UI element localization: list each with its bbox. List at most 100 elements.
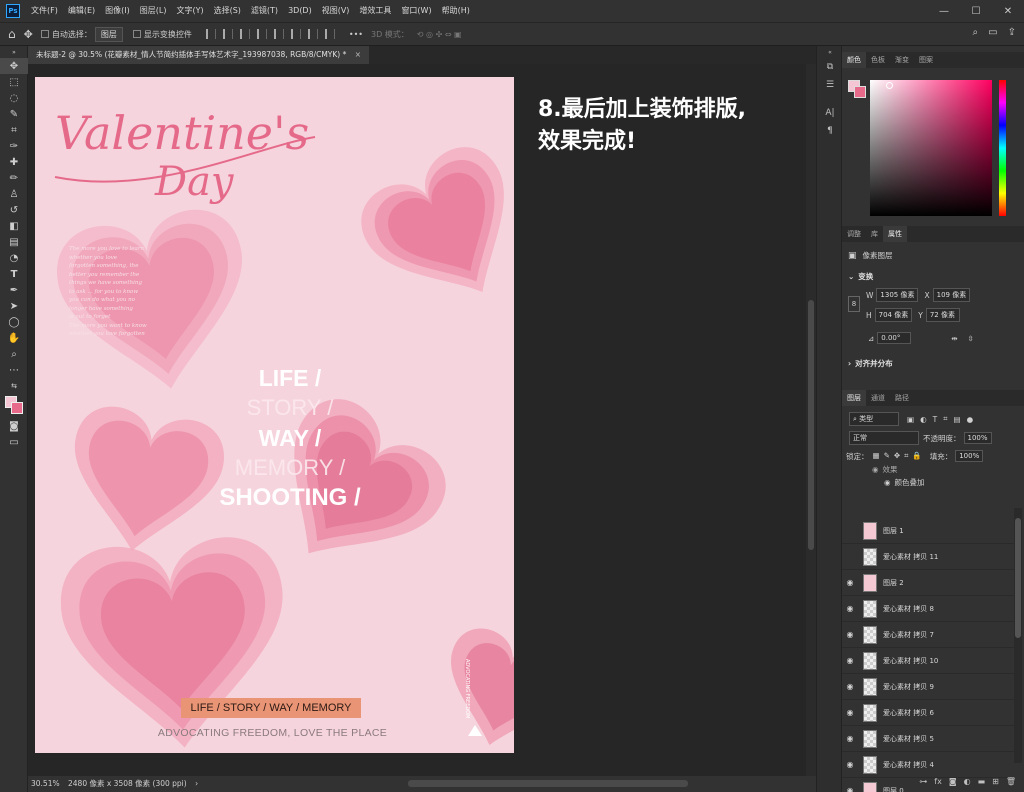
height-input[interactable]: 704 像素 bbox=[874, 308, 913, 322]
menu-view[interactable]: 视图(V) bbox=[317, 0, 355, 22]
effects-eye-icon[interactable]: ◉ bbox=[872, 465, 879, 474]
more-tools-icon[interactable]: ⋯ bbox=[0, 362, 28, 378]
filter-smart-icon[interactable]: ▤ bbox=[953, 415, 960, 424]
background-swatch[interactable] bbox=[11, 402, 23, 414]
tab-properties[interactable]: 属性 bbox=[883, 226, 907, 242]
color-overlay-eye-icon[interactable]: ◉ bbox=[884, 478, 891, 487]
filter-adjust-icon[interactable]: ◐ bbox=[920, 415, 927, 424]
visibility-eye-icon[interactable]: ◉ bbox=[842, 760, 858, 769]
layer-row[interactable]: 图层 1 bbox=[842, 518, 1014, 544]
status-arrow-icon[interactable]: › bbox=[195, 779, 198, 788]
layer-row[interactable]: ◉ 爱心素材 拷贝 7 bbox=[842, 622, 1014, 648]
visibility-eye-icon[interactable]: ◉ bbox=[842, 682, 858, 691]
align-right-icon[interactable] bbox=[239, 29, 250, 39]
dodge-tool-icon[interactable]: ◔ bbox=[0, 250, 28, 266]
menu-edit[interactable]: 编辑(E) bbox=[63, 0, 100, 22]
document-tab[interactable]: 未标题-2 @ 30.5% (花瓣素材_情人节简约插体手写体艺术字_193987… bbox=[28, 46, 370, 64]
layer-row[interactable]: ◉ 爱心素材 拷贝 8 bbox=[842, 596, 1014, 622]
share-icon[interactable]: ⇪ bbox=[1008, 27, 1016, 38]
menu-filter[interactable]: 滤镜(T) bbox=[246, 0, 283, 22]
comments-icon[interactable]: ☰ bbox=[817, 76, 843, 94]
width-input[interactable]: 1305 像素 bbox=[876, 288, 919, 302]
align-section-header[interactable]: › 对齐并分布 bbox=[848, 358, 1024, 369]
menu-window[interactable]: 窗口(W) bbox=[396, 0, 436, 22]
menu-type[interactable]: 文字(Y) bbox=[171, 0, 208, 22]
minimize-icon[interactable]: — bbox=[928, 0, 960, 22]
filter-toggle-icon[interactable]: ● bbox=[967, 415, 974, 424]
link-layers-icon[interactable]: ⊶ bbox=[919, 777, 927, 786]
auto-select-checkbox[interactable] bbox=[40, 30, 49, 38]
layers-scrollbar[interactable] bbox=[1014, 508, 1022, 763]
flip-vertical-icon[interactable]: ⇳ bbox=[968, 334, 974, 343]
path-select-tool-icon[interactable]: ➤ bbox=[0, 298, 28, 314]
visibility-eye-icon[interactable]: ◉ bbox=[842, 578, 858, 587]
distribute-icon[interactable] bbox=[307, 29, 318, 39]
pen-tool-icon[interactable]: ✒ bbox=[0, 282, 28, 298]
new-group-icon[interactable]: ▬ bbox=[978, 777, 986, 786]
align-middle-icon[interactable] bbox=[273, 29, 284, 39]
zoom-tool-icon[interactable]: ⌕ bbox=[0, 346, 28, 362]
orbit-3d-icon[interactable]: ⟲ ◎ ✣ ⇔ ▣ bbox=[417, 30, 462, 39]
hand-tool-icon[interactable]: ✋ bbox=[0, 330, 28, 346]
filter-pixel-icon[interactable]: ▣ bbox=[907, 415, 914, 424]
lock-icons[interactable]: ▦✎✥⌗🔒 bbox=[873, 451, 926, 461]
visibility-eye-icon[interactable]: ◉ bbox=[842, 656, 858, 665]
transform-section-header[interactable]: ⌄ 变换 bbox=[848, 271, 1024, 282]
brush-tool-icon[interactable]: ✏ bbox=[0, 170, 28, 186]
poster-artboard[interactable]: Valentine's Day The more you love to lea… bbox=[35, 77, 514, 753]
auto-select-dropdown[interactable]: 图层 bbox=[94, 26, 123, 42]
close-icon[interactable]: ✕ bbox=[992, 0, 1024, 22]
quick-mask-icon[interactable]: ◙ bbox=[0, 418, 28, 434]
layer-row[interactable]: ◉ 图层 2 bbox=[842, 570, 1014, 596]
more-options-icon[interactable]: ••• bbox=[349, 30, 363, 39]
layer-row[interactable]: ◉ 爱心素材 拷贝 5 bbox=[842, 726, 1014, 752]
x-input[interactable]: 109 像素 bbox=[932, 288, 971, 302]
menu-select[interactable]: 选择(S) bbox=[209, 0, 246, 22]
menu-image[interactable]: 图像(I) bbox=[100, 0, 135, 22]
panel-background-swatch[interactable] bbox=[854, 86, 866, 98]
layer-row[interactable]: ◉ 爱心素材 拷贝 9 bbox=[842, 674, 1014, 700]
add-mask-icon[interactable]: ◙ bbox=[949, 777, 957, 786]
menu-file[interactable]: 文件(F) bbox=[26, 0, 63, 22]
tab-adjustments[interactable]: 调整 bbox=[842, 226, 866, 242]
zoom-level[interactable]: 30.51% bbox=[31, 779, 60, 788]
align-center-icon[interactable] bbox=[222, 29, 233, 39]
horizontal-scroll-thumb[interactable] bbox=[408, 780, 688, 787]
tab-patterns[interactable]: 图案 bbox=[914, 52, 938, 68]
collapse-panels-icon[interactable]: « bbox=[817, 46, 843, 58]
layer-row[interactable]: ◉ 爱心素材 拷贝 6 bbox=[842, 700, 1014, 726]
angle-input[interactable]: 0.00° bbox=[877, 332, 912, 344]
distribute-horizontal-icon[interactable] bbox=[324, 29, 335, 39]
character-icon[interactable]: A| bbox=[817, 104, 843, 122]
menu-help[interactable]: 帮助(H) bbox=[437, 0, 475, 22]
visibility-eye-icon[interactable]: ◉ bbox=[842, 604, 858, 613]
layer-name[interactable]: 图层 2 bbox=[883, 578, 904, 588]
filter-type-icon[interactable]: T bbox=[933, 415, 938, 424]
layer-style-icon[interactable]: fx bbox=[934, 777, 942, 786]
new-layer-icon[interactable]: ⊞ bbox=[992, 777, 999, 786]
tab-gradients[interactable]: 渐变 bbox=[890, 52, 914, 68]
layer-name[interactable]: 爱心素材 拷贝 10 bbox=[883, 656, 938, 666]
layer-name[interactable]: 爱心素材 拷贝 8 bbox=[883, 604, 934, 614]
auto-select-option[interactable]: 自动选择： bbox=[40, 29, 92, 40]
layer-row[interactable]: ◉ 爱心素材 拷贝 10 bbox=[842, 648, 1014, 674]
layer-name[interactable]: 爱心素材 拷贝 11 bbox=[883, 552, 938, 562]
history-icon[interactable]: ⧉ bbox=[817, 58, 843, 76]
layer-name[interactable]: 爱心素材 拷贝 7 bbox=[883, 630, 934, 640]
paragraph-icon[interactable]: ¶ bbox=[817, 122, 843, 140]
show-transform-checkbox[interactable] bbox=[132, 30, 141, 38]
visibility-eye-icon[interactable]: ◉ bbox=[842, 630, 858, 639]
delete-layer-icon[interactable]: 🗑 bbox=[1006, 777, 1016, 786]
fill-input[interactable]: 100% bbox=[955, 450, 984, 462]
filter-shape-icon[interactable]: ⌗ bbox=[943, 414, 947, 424]
tab-swatches[interactable]: 色板 bbox=[866, 52, 890, 68]
visibility-eye-icon[interactable]: ◉ bbox=[842, 734, 858, 743]
eyedropper-tool-icon[interactable]: ✑ bbox=[0, 138, 28, 154]
move-tool-icon[interactable]: ✥ bbox=[24, 28, 33, 41]
marquee-tool-icon[interactable]: ⬚ bbox=[0, 74, 28, 90]
show-transform-option[interactable]: 显示变换控件 bbox=[132, 29, 192, 40]
layer-name[interactable]: 爱心素材 拷贝 4 bbox=[883, 760, 934, 770]
hue-slider[interactable] bbox=[999, 80, 1006, 216]
lasso-tool-icon[interactable]: ◌ bbox=[0, 90, 28, 106]
layers-scroll-thumb[interactable] bbox=[1015, 518, 1021, 638]
